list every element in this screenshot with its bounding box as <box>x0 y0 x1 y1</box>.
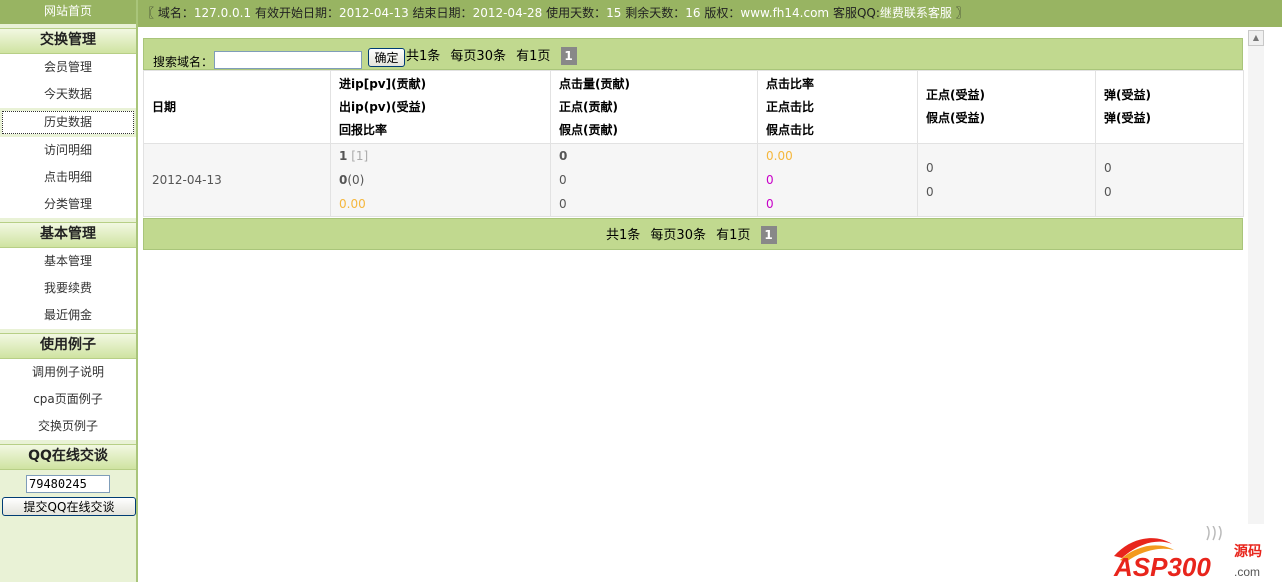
used-days-label: 使用天数： <box>546 6 607 20</box>
start-date-label: 有效开始日期： <box>254 6 339 20</box>
start-date-value: 2012-04-13 <box>338 6 409 20</box>
history-table: 日期 进ip[pv](贡献) 出ip(pv)(受益) 回报比率 点击量(贡献) … <box>143 70 1244 217</box>
flame-logo-icon: ASP300 源码 .com <box>1113 525 1262 582</box>
bracket-open: 〖 <box>142 6 155 20</box>
vertical-scrollbar[interactable]: ▲ <box>1248 30 1264 524</box>
search-input[interactable] <box>214 51 362 69</box>
remaining-days-label: 剩余天数： <box>625 6 686 20</box>
copyright-link[interactable]: www.fh14.com <box>740 6 829 20</box>
header-click-ratio: 点击比率 正点击比 假点击比 <box>757 70 918 144</box>
header-date: 日期 <box>143 70 331 144</box>
pager-total: 共1条 <box>606 228 641 243</box>
cell-date: 2012-04-13 <box>143 143 331 217</box>
sidebar: 网站首页 交换管理 会员管理 今天数据 历史数据 访问明细 点击明细 分类管理 … <box>0 0 138 582</box>
sidebar-item-cpa-example[interactable]: cpa页面例子 <box>0 386 136 413</box>
pager-per-page: 每页30条 <box>450 49 506 64</box>
cell-clicks: 0 0 0 <box>550 143 758 217</box>
svg-text:ASP300: ASP300 <box>1113 552 1211 582</box>
end-date-label: 结束日期： <box>412 6 473 20</box>
sidebar-item-click-detail[interactable]: 点击明细 <box>0 164 136 191</box>
sidebar-item-members[interactable]: 会员管理 <box>0 54 136 81</box>
remaining-days-value: 16 <box>685 6 701 20</box>
service-qq-link[interactable]: 继费联系客服 <box>880 6 952 20</box>
home-link[interactable]: 网站首页 <box>0 0 136 24</box>
search-bar: 搜索域名： 确定 共1条 每页30条 有1页 1 <box>143 38 1243 70</box>
end-date-value: 2012-04-28 <box>472 6 543 20</box>
section-title-basic: 基本管理 <box>0 222 136 248</box>
section-title-examples: 使用例子 <box>0 333 136 359</box>
search-confirm-button[interactable]: 确定 <box>368 48 405 67</box>
qq-submit-button[interactable]: 提交QQ在线交谈 <box>2 497 136 516</box>
cell-benefit: 0 0 <box>917 143 1096 217</box>
qq-input[interactable] <box>26 475 110 493</box>
header-benefit: 正点(受益) 假点(受益) <box>917 70 1096 144</box>
used-days-value: 15 <box>606 6 622 20</box>
copyright-label: 版权： <box>704 6 741 20</box>
sidebar-item-visit-detail[interactable]: 访问明细 <box>0 137 136 164</box>
header-clicks: 点击量(贡献) 正点(贡献) 假点(贡献) <box>550 70 758 144</box>
bottom-pager: 共1条 每页30条 有1页 1 <box>606 224 783 244</box>
pager-pages: 有1页 <box>516 49 551 64</box>
service-qq-label: 客服QQ: <box>832 6 880 20</box>
pager-per-page: 每页30条 <box>650 228 706 243</box>
sidebar-item-category[interactable]: 分类管理 <box>0 191 136 218</box>
domain-label: 域名： <box>157 6 194 20</box>
table-header-row: 日期 进ip[pv](贡献) 出ip(pv)(受益) 回报比率 点击量(贡献) … <box>143 70 1244 144</box>
section-title-exchange: 交换管理 <box>0 28 136 54</box>
sidebar-item-history[interactable]: 历史数据 <box>2 111 134 134</box>
cell-click-ratio: 0.00 0 0 <box>757 143 918 217</box>
scroll-up-arrow-icon[interactable]: ▲ <box>1248 30 1264 46</box>
pager-pages: 有1页 <box>716 228 751 243</box>
sidebar-item-exchange-example[interactable]: 交换页例子 <box>0 413 136 440</box>
sidebar-item-today[interactable]: 今天数据 <box>0 81 136 108</box>
svg-text:源码: 源码 <box>1234 543 1262 560</box>
header-traffic: 进ip[pv](贡献) 出ip(pv)(受益) 回报比率 <box>330 70 551 144</box>
cell-popup: 0 0 <box>1095 143 1244 217</box>
bottom-pager-bar: 共1条 每页30条 有1页 1 <box>143 218 1243 250</box>
bracket-close: 〗 <box>955 6 968 20</box>
page-number-1[interactable]: 1 <box>760 226 777 244</box>
main-content: 搜索域名： 确定 共1条 每页30条 有1页 1 日期 进ip[pv](贡献) … <box>143 38 1244 250</box>
svg-text:.com: .com <box>1234 565 1260 579</box>
sidebar-item-renew[interactable]: 我要续费 <box>0 275 136 302</box>
sidebar-item-commission[interactable]: 最近佣金 <box>0 302 136 329</box>
domain-value: 127.0.0.1 <box>193 6 252 20</box>
pager-total: 共1条 <box>406 49 441 64</box>
page-number-1[interactable]: 1 <box>560 47 577 65</box>
top-pager: 共1条 每页30条 有1页 1 <box>406 45 583 65</box>
section-title-qq: QQ在线交谈 <box>0 444 136 470</box>
asp300-logo: ASP300 源码 .com <box>1112 525 1282 582</box>
sidebar-item-basic[interactable]: 基本管理 <box>0 248 136 275</box>
sidebar-item-example-doc[interactable]: 调用例子说明 <box>0 359 136 386</box>
cell-traffic: 1 [1] 0(0) 0.00 <box>330 143 551 217</box>
account-info-bar: 〖 域名：127.0.0.1 有效开始日期：2012-04-13 结束日期：20… <box>138 0 1282 27</box>
search-label: 搜索域名： <box>153 55 214 69</box>
header-popup: 弹(受益) 弹(受益) <box>1095 70 1244 144</box>
table-row: 2012-04-13 1 [1] 0(0) 0.00 0 0 0 0.00 0 … <box>143 143 1244 217</box>
